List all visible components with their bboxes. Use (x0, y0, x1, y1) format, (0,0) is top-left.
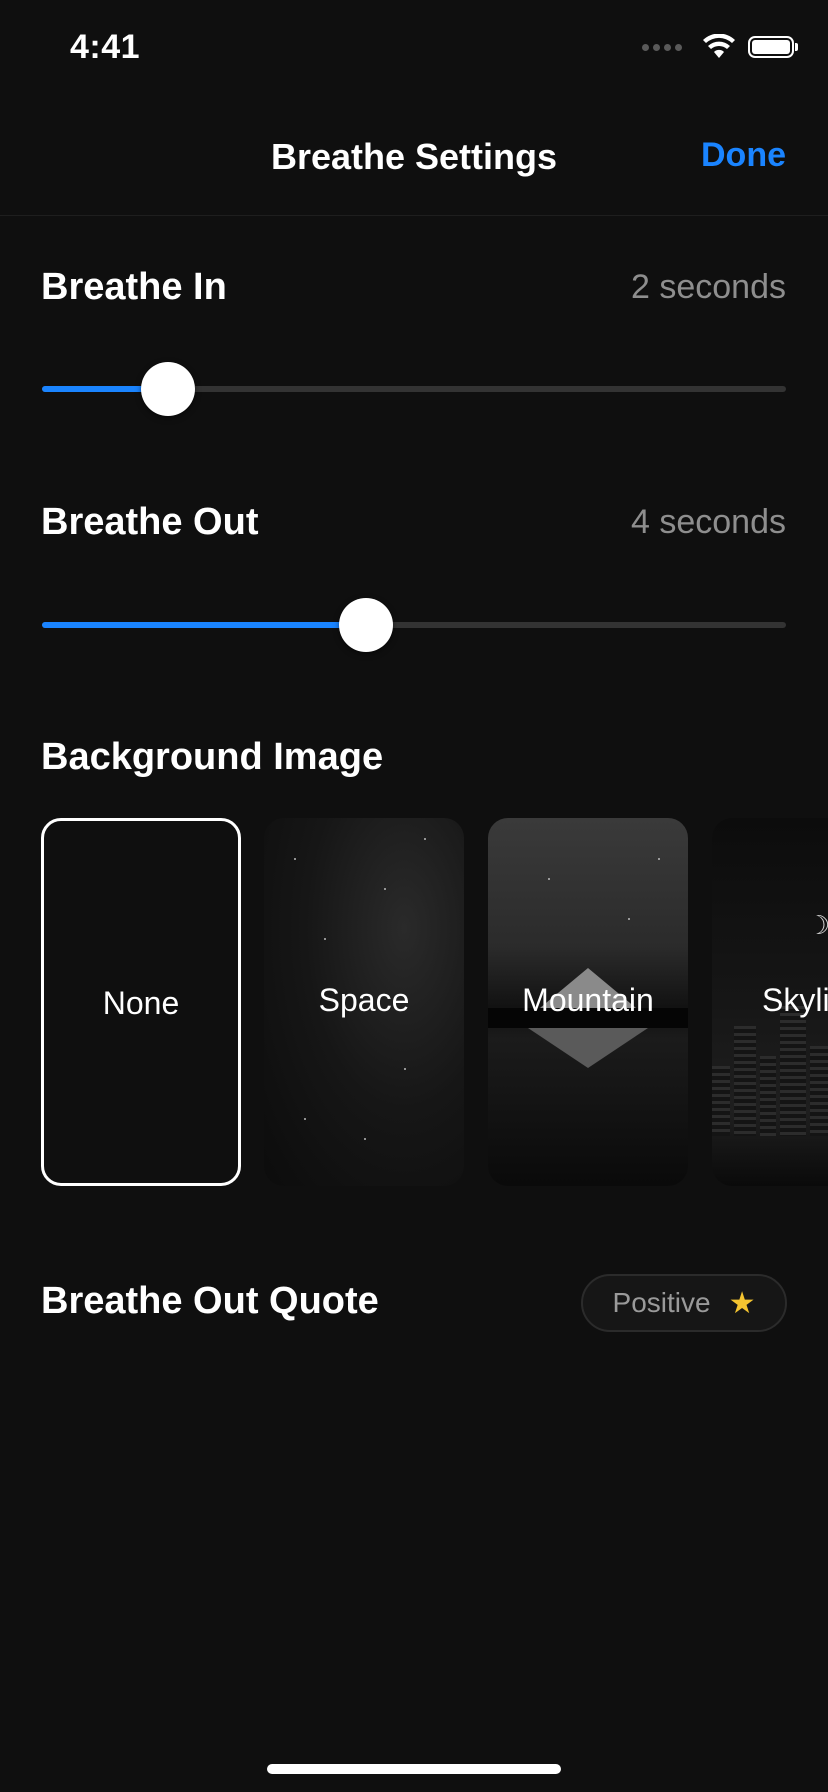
background-option-label: Space (318, 982, 410, 1018)
background-option-space[interactable]: Space (264, 818, 464, 1186)
background-image-carousel[interactable]: None Space Mountain ☽ Skyli (0, 818, 828, 1188)
breathe-out-label: Breathe Out (41, 501, 259, 543)
slider-thumb[interactable] (338, 598, 393, 652)
background-option-label: None (102, 985, 180, 1021)
slider-fill (42, 622, 366, 628)
breathe-in-label: Breathe In (41, 266, 227, 308)
slider-thumb[interactable] (140, 362, 195, 416)
breathe-in-value: 2 seconds (631, 268, 786, 306)
background-option-label: Skyli (762, 982, 828, 1018)
home-indicator[interactable] (267, 1764, 561, 1774)
status-bar: 4:41 (0, 0, 828, 100)
quote-type-label: Positive (612, 1287, 711, 1318)
background-option-none[interactable]: None (41, 818, 241, 1186)
nav-bar: Breathe Settings Done (0, 100, 828, 216)
settings-screen: 4:41 Breathe Settings Done Breathe In 2 … (0, 0, 828, 1792)
breathe-out-quote-label: Breathe Out Quote (41, 1280, 379, 1322)
background-option-label: Mountain (522, 982, 654, 1018)
signal-dots-icon (642, 43, 682, 51)
breathe-out-slider[interactable] (42, 598, 786, 652)
done-button[interactable]: Done (701, 136, 786, 175)
background-option-mountain[interactable]: Mountain (488, 818, 688, 1186)
quote-type-pill[interactable]: Positive ★ (581, 1274, 787, 1332)
status-icons (642, 34, 798, 60)
breathe-in-slider[interactable] (42, 362, 786, 416)
battery-icon (748, 36, 798, 58)
breathe-out-value: 4 seconds (631, 503, 786, 541)
background-image-label: Background Image (41, 736, 384, 778)
background-option-skyline[interactable]: ☽ Skyli (712, 818, 828, 1186)
moon-icon: ☽ (807, 910, 828, 940)
wifi-icon (703, 34, 735, 58)
status-time: 4:41 (70, 28, 141, 66)
star-icon: ★ (728, 1286, 756, 1320)
reflection-graphic (528, 1028, 648, 1068)
